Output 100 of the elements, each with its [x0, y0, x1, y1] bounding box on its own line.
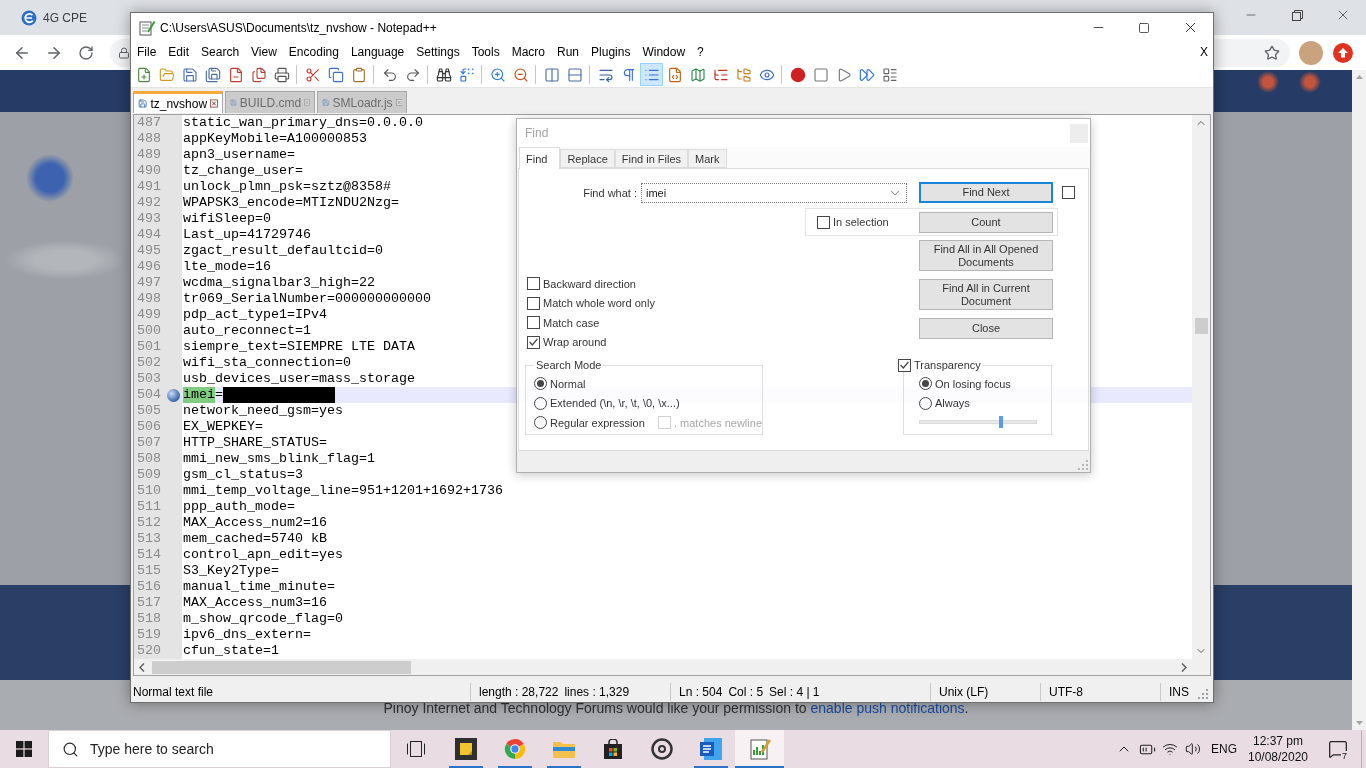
clipboard-icon	[350, 66, 367, 83]
dialog-button[interactable]: Find All in Current Document	[919, 279, 1053, 310]
address-bar[interactable]	[110, 38, 130, 67]
option-label[interactable]: On losing focus	[935, 377, 1011, 390]
resize-grip-icon[interactable]	[1078, 460, 1088, 470]
checkbox[interactable]	[1062, 186, 1075, 199]
option-label[interactable]: In selection	[833, 216, 889, 228]
record-icon	[789, 66, 806, 83]
option-label[interactable]: Match whole word only	[543, 297, 655, 310]
line-number: 499	[136, 307, 161, 323]
horizontal-scrollbar[interactable]	[134, 659, 1192, 675]
code-line: EX_WEPKEY=	[183, 419, 263, 435]
menu-item[interactable]: View	[245, 42, 283, 62]
checkbox[interactable]	[527, 335, 540, 349]
menu-item[interactable]: Language	[344, 42, 411, 62]
restore-icon[interactable]	[1291, 9, 1303, 21]
code-line: network_need_gsm=yes	[183, 403, 343, 419]
code-line: Last_up=41729746	[183, 227, 311, 243]
notepad-icon	[139, 19, 155, 36]
checkbox[interactable]	[527, 316, 540, 330]
menu-item[interactable]: Plugins	[585, 42, 637, 62]
line-number: 518	[136, 611, 161, 627]
maximize-icon[interactable]	[1138, 21, 1150, 34]
scrollbar-thumb[interactable]	[152, 660, 411, 674]
dialog-tab[interactable]: Replace	[560, 149, 615, 168]
sphere-marker-icon[interactable]	[167, 388, 180, 402]
option-label[interactable]: Match case	[543, 316, 600, 329]
radio-dot-icon	[922, 380, 929, 388]
copy-icon	[327, 66, 344, 83]
dialog-button[interactable]: Close	[919, 318, 1053, 339]
option-label[interactable]: Normal	[550, 377, 586, 390]
line-number: 501	[136, 339, 161, 355]
vertical-scrollbar[interactable]	[1192, 115, 1210, 659]
dialog-tab[interactable]: Find	[519, 147, 561, 169]
menu-item[interactable]: Edit	[162, 42, 196, 62]
radio-button[interactable]	[919, 377, 932, 391]
document-tab[interactable]: tz_nvshow	[133, 91, 223, 113]
menu-item[interactable]: Tools	[465, 42, 506, 62]
menu-item[interactable]: Macro	[505, 42, 551, 62]
notification-link[interactable]: enable push notifications	[810, 700, 965, 716]
radio-button[interactable]	[919, 396, 932, 410]
slider-thumb[interactable]	[999, 416, 1004, 428]
up-arrow-circle-icon[interactable]	[1333, 42, 1353, 63]
checkbox[interactable]	[817, 215, 830, 229]
line-number: 513	[136, 531, 161, 547]
chevron-right-icon[interactable]	[1181, 662, 1187, 672]
code-line: ipv6_dns_extern=	[183, 627, 311, 643]
circle-logo-icon	[503, 738, 526, 760]
four-squares-icon[interactable]	[16, 741, 32, 757]
dialog-button[interactable]: Find Next	[919, 182, 1053, 203]
option-label[interactable]: Transparency	[914, 358, 981, 372]
menu-item[interactable]: Window	[636, 42, 692, 62]
dialog-tab[interactable]: Mark	[688, 149, 727, 168]
code-line: wifi_sta_connection=0	[183, 355, 351, 371]
speaker-icon[interactable]	[1185, 741, 1202, 757]
radio-button[interactable]	[534, 416, 547, 430]
option-label[interactable]: Regular expression	[550, 416, 645, 429]
close-document-button[interactable]: X	[1200, 45, 1208, 59]
chevron-left-icon[interactable]	[139, 662, 145, 672]
menu-item[interactable]: ?	[691, 42, 710, 62]
search-input[interactable]: Type here to search	[90, 741, 240, 757]
scrollbar-thumb[interactable]	[1194, 318, 1208, 334]
resize-grip-icon[interactable]	[1197, 688, 1209, 700]
browser-tab[interactable]: 4G CPE	[8, 0, 126, 35]
checkbox[interactable]	[898, 358, 911, 372]
option-label[interactable]: Backward direction	[543, 277, 636, 290]
find-what-input[interactable]: imei	[646, 186, 706, 199]
language-indicator[interactable]: ENG	[1211, 742, 1237, 756]
dialog-tab[interactable]: Find in Files	[614, 149, 689, 168]
option-label[interactable]: Wrap around	[543, 336, 607, 349]
menu-item[interactable]: File	[131, 42, 163, 62]
find-what-combo[interactable]: imei	[641, 182, 907, 203]
option-label[interactable]: Extended (\n, \r, \t, \0, \x...)	[550, 397, 680, 410]
menu-item[interactable]: Settings	[410, 42, 466, 62]
radio-button[interactable]	[534, 377, 547, 391]
checkbox[interactable]	[527, 277, 540, 291]
option-label[interactable]: Always	[935, 397, 970, 410]
address-bar[interactable]	[1214, 38, 1290, 67]
line-number: 519	[136, 627, 161, 643]
reload-icon[interactable]	[78, 44, 94, 61]
menu-item[interactable]: Search	[195, 42, 246, 62]
speech-bubble-icon[interactable]	[1328, 739, 1348, 759]
menu-item[interactable]: Run	[551, 42, 586, 62]
status-text: Col : 5	[728, 685, 764, 699]
dialog-button[interactable]: Find All in All Opened Documents	[919, 240, 1053, 271]
search-box[interactable]: Type here to search	[48, 730, 391, 768]
star-icon[interactable]	[1264, 44, 1280, 61]
checkbox[interactable]	[527, 296, 540, 310]
dialog-button[interactable]: Count	[919, 211, 1053, 233]
clock[interactable]: 12:37 pm 10/08/2020	[1247, 730, 1309, 768]
wifi-icon[interactable]	[1162, 741, 1179, 757]
line-number: 490	[136, 163, 161, 179]
menu-item[interactable]: Encoding	[282, 42, 345, 62]
window-stack-icon[interactable]	[407, 741, 425, 757]
radio-button[interactable]	[534, 396, 547, 410]
close-icon[interactable]	[210, 98, 218, 109]
code-line: mmi_new_sms_blink_flag=1	[183, 451, 375, 467]
layout-list-icon	[881, 66, 898, 83]
code-line: WPAPSK3_encode=MTIzNDU2Nzg=	[183, 195, 399, 211]
code-line: siempre_text=SIEMPRE LTE DATA	[183, 339, 415, 355]
